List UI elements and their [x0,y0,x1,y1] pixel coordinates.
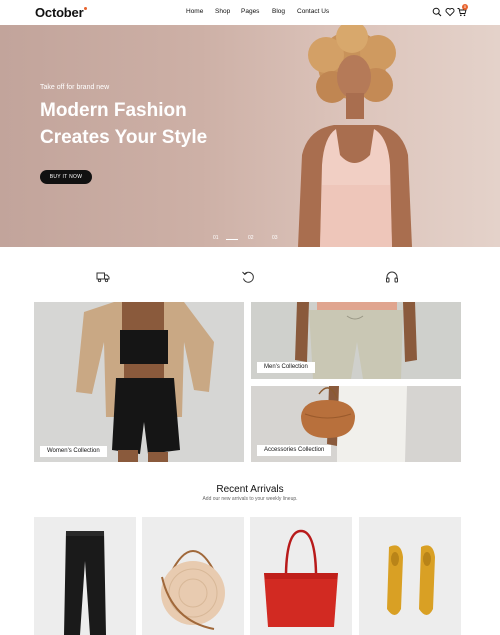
nav-contact-us[interactable]: Contact Us [297,8,329,15]
hero-model-image [298,25,412,247]
yellow-flats-image [387,545,435,615]
truck-icon [96,272,110,283]
site-header: October Home Shop Pages Blog Contact Us … [0,0,500,25]
nav-shop[interactable]: Shop [215,8,230,15]
hero-slider-pagination: 01 02 03 [213,235,293,243]
red-tote-image [264,529,338,627]
logo-dot [84,7,88,10]
return-icon [242,271,254,283]
nav-blog[interactable]: Blog [272,8,285,15]
womens-collection-card[interactable]: Women's Collection [34,302,244,462]
buy-it-now-button[interactable]: BUY IT NOW [40,170,92,184]
product-card-straw-bag[interactable] [142,517,244,635]
hero-kicker: Take off for brand new [40,84,110,91]
nav-home[interactable]: Home [186,8,203,15]
headphones-icon [386,271,398,283]
recent-arrivals-subtitle: Add our new arrivals to your weekly line… [202,496,298,502]
heart-icon[interactable] [445,7,455,17]
straw-bag-image [161,550,225,630]
black-pants-image [64,531,106,635]
slide-indicator-1[interactable]: 01 [213,235,219,241]
search-icon[interactable] [432,7,442,17]
product-card-red-tote[interactable] [250,517,352,635]
slide-indicator-2[interactable]: 02 [248,235,254,241]
mens-collection-card[interactable]: Men's Collection [251,302,461,379]
logo-text: October [35,5,84,20]
mens-collection-label[interactable]: Men's Collection [257,362,315,373]
logo[interactable]: October [35,5,88,20]
womens-collection-image [76,302,214,462]
nav-pages[interactable]: Pages [241,8,259,15]
product-card-black-pants[interactable] [34,517,136,635]
accessories-collection-label[interactable]: Accessories Collection [257,445,332,456]
slide-indicator-3[interactable]: 03 [272,235,278,241]
accessories-collection-card[interactable]: Accessories Collection [251,386,461,462]
womens-collection-label[interactable]: Women's Collection [40,446,107,457]
product-card-yellow-flats[interactable] [359,517,461,635]
cart-count-badge: 0 [462,4,468,10]
active-slide-line [226,239,238,240]
recent-arrivals-title: Recent Arrivals [216,484,284,495]
hero-banner: Take off for brand new Modern Fashion Cr… [0,25,500,247]
hero-title: Modern Fashion Creates Your Style [40,100,208,148]
